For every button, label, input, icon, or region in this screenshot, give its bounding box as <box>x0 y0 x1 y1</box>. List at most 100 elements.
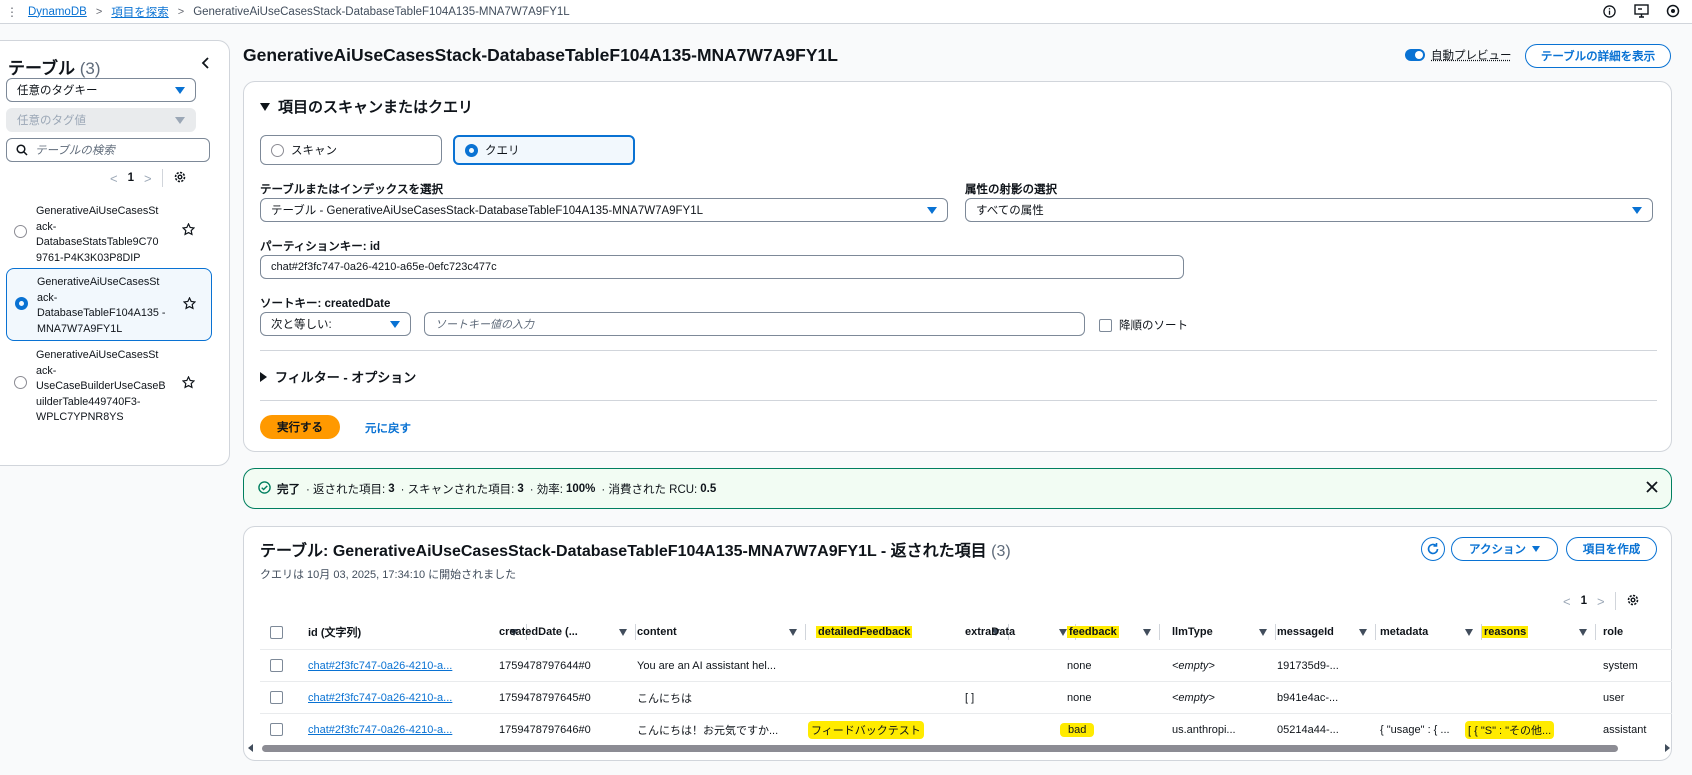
success-banner: 完了 · 返された項目: 3 · スキャンされた項目: 3 · 効率: 100%… <box>243 468 1672 509</box>
sort-caret-icon[interactable] <box>1059 629 1067 636</box>
descending-sort-checkbox[interactable]: 降順のソート <box>1099 317 1188 333</box>
scan-option[interactable]: スキャン <box>260 135 442 165</box>
create-item-button[interactable]: 項目を作成 <box>1566 537 1657 561</box>
sidebar-table-item[interactable]: GenerativeAiUseCasesSt ack-UseCaseBuilde… <box>6 346 212 426</box>
sidebar-table-count: (3) <box>79 59 101 78</box>
refresh-button[interactable] <box>1421 537 1445 561</box>
breadcrumb-explore-items[interactable]: 項目を探索 <box>111 4 169 20</box>
partition-key-input[interactable]: chat#2f3fc747-0a26-4210-a65e-0efc723c477… <box>260 255 1184 279</box>
column-header-createdDate[interactable]: createdDate (... <box>499 620 636 644</box>
table-index-select[interactable]: テーブル - GenerativeAiUseCasesStack-Databas… <box>260 198 948 222</box>
row-checkbox[interactable] <box>270 659 283 672</box>
column-header-extraData[interactable]: extraData <box>965 620 1076 644</box>
breadcrumb-dynamodb[interactable]: DynamoDB <box>28 6 87 18</box>
select-all-checkbox[interactable] <box>270 625 283 639</box>
tag-key-select[interactable]: 任意のタグキー <box>6 78 196 102</box>
settings-icon[interactable] <box>1664 2 1682 20</box>
filter-options-toggle[interactable]: フィルター - オプション <box>260 367 416 386</box>
projection-select[interactable]: すべての属性 <box>965 198 1653 222</box>
star-icon[interactable] <box>181 222 196 242</box>
efficiency-label: · 効率: <box>529 483 563 496</box>
cell-content: You are an AI assistant hel... <box>637 659 777 672</box>
column-header-content[interactable]: content <box>637 620 806 644</box>
sort-caret-icon[interactable] <box>1579 629 1587 636</box>
star-icon[interactable] <box>182 296 197 316</box>
gear-icon[interactable] <box>173 170 187 187</box>
scan-radio[interactable] <box>271 144 284 157</box>
sort-caret-icon[interactable] <box>1259 629 1267 636</box>
tag-value-select: 任意のタグ値 <box>6 108 196 132</box>
scan-label: スキャン <box>291 145 337 157</box>
sort-key-value-input[interactable]: ソートキー値の入力 <box>424 312 1085 336</box>
column-header-reasons[interactable]: reasons <box>1482 620 1596 644</box>
menu-dots-icon[interactable]: ⋮ <box>6 5 18 19</box>
scroll-right-icon[interactable] <box>1665 744 1670 752</box>
sidebar-page-number[interactable]: 1 <box>128 172 134 184</box>
gear-icon[interactable] <box>1626 593 1640 610</box>
sort-condition-select[interactable]: 次と等しい: <box>260 312 411 336</box>
column-header-messageId[interactable]: messageId <box>1277 620 1376 644</box>
sidebar-table-item[interactable]: GenerativeAiUseCasesSt ack-DatabaseStats… <box>6 201 212 265</box>
table-radio[interactable] <box>14 376 27 389</box>
partition-key-value: chat#2f3fc747-0a26-4210-a65e-0efc723c477… <box>271 261 497 273</box>
scanned-value: 3 <box>517 482 524 495</box>
table-radio[interactable] <box>15 297 28 310</box>
toggle-switch[interactable] <box>1405 49 1425 61</box>
descending-sort-label: 降順のソート <box>1119 320 1188 332</box>
column-label: detailedFeedback <box>816 626 913 638</box>
info-icon[interactable] <box>1600 2 1618 20</box>
breadcrumb-current: GenerativeAiUseCasesStack-DatabaseTableF… <box>193 5 570 18</box>
sort-caret-icon[interactable] <box>1359 629 1367 636</box>
sidebar-table-item-selected[interactable]: GenerativeAiUseCasesSt ack-DatabaseTable… <box>6 268 212 341</box>
column-header-metadata[interactable]: metadata <box>1380 620 1482 644</box>
row-checkbox[interactable] <box>270 691 283 704</box>
run-button[interactable]: 実行する <box>260 415 340 439</box>
sort-caret-icon[interactable] <box>1143 629 1151 636</box>
table-row[interactable]: chat#2f3fc747-0a26-4210-a... 17594787976… <box>260 649 1672 680</box>
projection-label: 属性の射影の選択 <box>965 184 1057 196</box>
cell-id[interactable]: chat#2f3fc747-0a26-4210-a... <box>308 714 488 745</box>
cell-id[interactable]: chat#2f3fc747-0a26-4210-a... <box>308 682 488 713</box>
scroll-left-icon[interactable] <box>248 744 253 752</box>
next-page-icon[interactable]: > <box>144 171 152 186</box>
prev-page-icon[interactable]: < <box>110 171 118 186</box>
close-icon[interactable] <box>1645 480 1659 497</box>
efficiency-value: 100% <box>566 482 596 495</box>
scan-query-header[interactable]: 項目のスキャンまたはクエリ <box>260 96 473 117</box>
star-icon[interactable] <box>181 375 196 395</box>
next-page-icon[interactable]: > <box>1597 594 1605 609</box>
sort-caret-icon[interactable] <box>619 629 627 636</box>
column-header-feedback[interactable]: feedback <box>1067 620 1160 644</box>
results-count: (3) <box>991 543 1011 560</box>
cell-id[interactable]: chat#2f3fc747-0a26-4210-a... <box>308 650 488 681</box>
column-header-id[interactable]: id (文字列) <box>308 620 527 644</box>
checkbox[interactable] <box>1099 318 1112 332</box>
row-checkbox[interactable] <box>270 723 283 736</box>
table-row[interactable]: chat#2f3fc747-0a26-4210-a... 17594787976… <box>260 681 1672 712</box>
scanned-label: · スキャンされた項目: <box>400 483 515 496</box>
column-header-llmType[interactable]: llmType <box>1172 620 1276 644</box>
reset-button[interactable]: 元に戻す <box>365 420 411 436</box>
rcu-value: 0.5 <box>700 482 717 495</box>
actions-button[interactable]: アクション <box>1451 537 1558 561</box>
caret-down-icon <box>175 117 185 124</box>
scroll-thumb[interactable] <box>262 745 1618 752</box>
results-page-number[interactable]: 1 <box>1581 595 1587 607</box>
cell-reasons <box>1482 682 1592 713</box>
chevron-right-icon: > <box>177 5 185 18</box>
table-search-input[interactable]: テーブルの検索 <box>6 138 210 162</box>
tag-key-value: 任意のタグキー <box>17 85 98 97</box>
table-radio[interactable] <box>14 225 27 238</box>
query-option[interactable]: クエリ <box>453 135 635 165</box>
horizontal-scrollbar[interactable] <box>246 743 1672 753</box>
view-table-details-button[interactable]: テーブルの詳細を表示 <box>1525 44 1671 68</box>
column-header-role[interactable]: role <box>1603 620 1663 644</box>
sort-caret-icon[interactable] <box>789 629 797 636</box>
feedback-screen-icon[interactable] <box>1632 2 1650 20</box>
collapse-sidebar-icon[interactable] <box>201 57 211 72</box>
auto-preview-toggle[interactable]: 自動プレビュー <box>1405 47 1512 63</box>
query-radio[interactable] <box>465 144 478 157</box>
sort-caret-icon[interactable] <box>1465 629 1473 636</box>
prev-page-icon[interactable]: < <box>1563 594 1571 609</box>
table-row[interactable]: chat#2f3fc747-0a26-4210-a... 17594787976… <box>260 713 1672 744</box>
